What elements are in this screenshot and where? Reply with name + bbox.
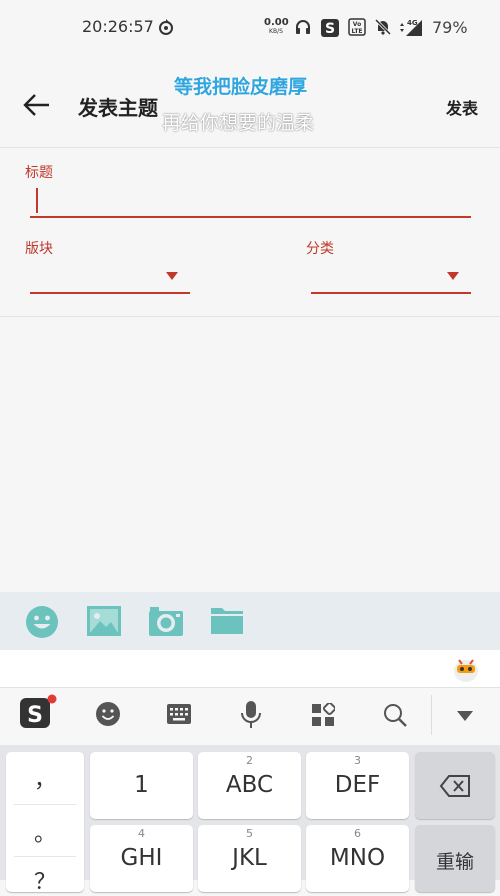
volte-icon: Vo LTE: [348, 18, 366, 36]
key-period[interactable]: 。: [6, 816, 84, 848]
punct-divider: [14, 804, 76, 805]
image-icon[interactable]: [86, 605, 122, 637]
page-title: 发表主题: [78, 96, 158, 120]
section-label: 版块: [25, 241, 53, 257]
text-caret: [36, 188, 38, 213]
category-dropdown[interactable]: [311, 258, 471, 294]
volte-label-bottom: LTE: [351, 28, 362, 35]
key-mno[interactable]: 6 MNO: [306, 825, 409, 892]
category-underline: [311, 292, 471, 294]
title-label: 标题: [25, 165, 53, 181]
app-bar-divider: [0, 147, 500, 148]
key-abc[interactable]: 2 ABC: [198, 752, 301, 819]
category-dropdown-arrow-icon: [447, 272, 459, 280]
key-sub-label: 6: [354, 827, 361, 840]
punct-divider: [14, 856, 76, 857]
sogou-status-icon: S: [321, 19, 339, 37]
key-label: 1: [134, 772, 149, 798]
keyboard-candidate-bar: [0, 650, 500, 687]
retype-label: 重输: [435, 851, 474, 873]
search-icon[interactable]: [382, 702, 408, 728]
keyboard-icon[interactable]: [166, 703, 192, 725]
key-sub-label: 2: [246, 754, 253, 767]
floating-lyric-line-2: 再给你想要的温柔: [162, 112, 315, 134]
collapse-icon[interactable]: [456, 710, 474, 722]
svg-text:S: S: [325, 21, 335, 37]
sogou-logo-icon[interactable]: S: [18, 694, 58, 730]
back-arrow-icon[interactable]: [22, 92, 52, 118]
title-input[interactable]: [30, 184, 470, 216]
key-sub-label: 5: [246, 827, 253, 840]
key-ghi[interactable]: 4 GHI: [90, 825, 193, 892]
status-bar: [0, 0, 500, 56]
key-label: DEF: [334, 772, 381, 798]
signal-icon: 4G: [400, 19, 422, 36]
backspace-key[interactable]: [415, 752, 495, 819]
key-sub-label: 4: [138, 827, 145, 840]
form-divider: [0, 316, 500, 317]
volte-label-top: Vo: [353, 21, 361, 28]
key-comma[interactable]: ，: [6, 762, 84, 794]
title-input-underline: [30, 216, 471, 218]
section-dropdown-arrow-icon: [166, 272, 178, 280]
bell-muted-icon: [374, 18, 392, 36]
retype-key[interactable]: 重输: [415, 825, 495, 892]
section-dropdown[interactable]: [30, 258, 190, 294]
battery-level: 79%: [432, 18, 468, 37]
mascot-icon[interactable]: [451, 655, 481, 683]
svg-text:S: S: [27, 703, 43, 728]
net-speed-unit: KB/S: [269, 28, 283, 35]
key-jkl[interactable]: 5 JKL: [198, 825, 301, 892]
punctuation-column: ， 。 ？: [6, 752, 84, 895]
status-time: 20:26:57: [82, 17, 154, 36]
backspace-icon: [439, 775, 470, 797]
smiley-icon[interactable]: [25, 605, 59, 639]
key-label: MNO: [329, 845, 386, 871]
emoji-icon[interactable]: [94, 700, 122, 728]
floating-lyric-line-1: 等我把脸皮磨厚: [174, 76, 308, 98]
camera-icon[interactable]: [148, 605, 184, 637]
publish-button[interactable]: 发表: [446, 95, 478, 119]
category-label: 分类: [306, 241, 334, 257]
toolbar-separator: [431, 695, 432, 735]
net-speed-value: 0.00: [264, 17, 289, 28]
key-def[interactable]: 3 DEF: [306, 752, 409, 819]
sync-icon: [159, 19, 173, 35]
headphones-icon: [296, 20, 310, 34]
microphone-icon[interactable]: [240, 700, 262, 730]
key-label: ABC: [225, 772, 274, 798]
key-question[interactable]: ？: [6, 864, 84, 896]
attachment-toolbar: [0, 592, 500, 650]
key-1[interactable]: 1: [90, 752, 193, 819]
folder-icon[interactable]: [210, 605, 244, 635]
net-speed: 0.00 KB/S: [264, 17, 289, 36]
key-label: JKL: [232, 845, 267, 871]
key-label: GHI: [120, 845, 163, 871]
section-underline: [30, 292, 190, 294]
key-sub-label: 3: [354, 754, 361, 767]
apps-grid-icon[interactable]: [311, 703, 335, 727]
